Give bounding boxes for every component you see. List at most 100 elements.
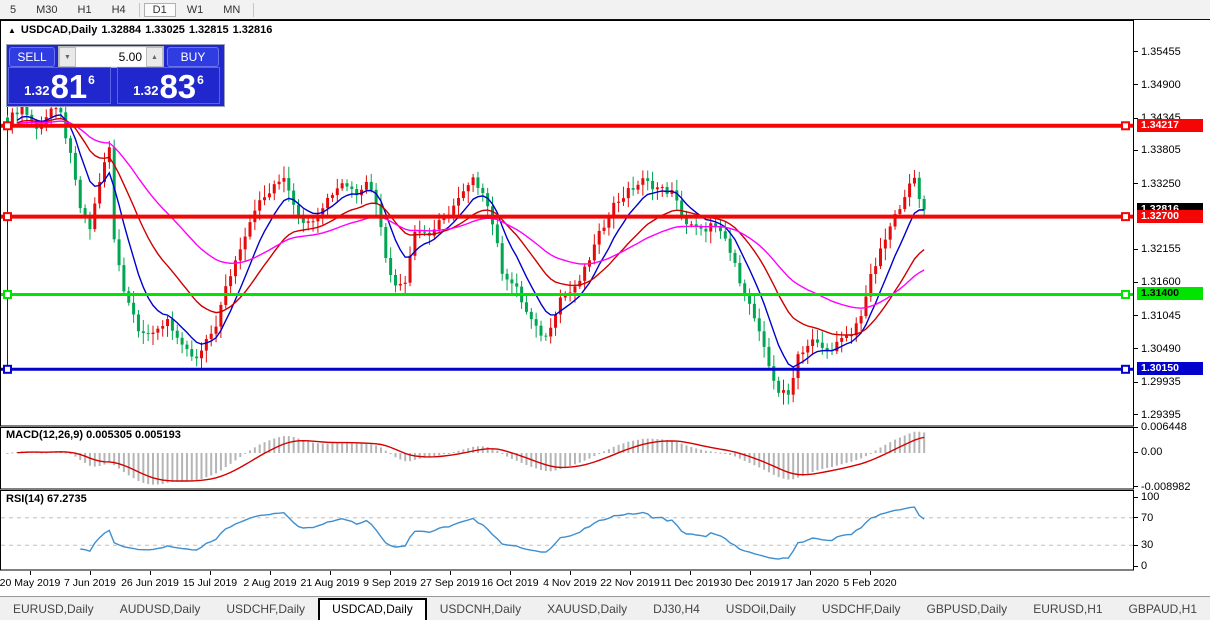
price-tick-mark: [1133, 249, 1138, 250]
price-tick-mark: [1133, 150, 1138, 151]
price-tick-mark: [1133, 51, 1138, 52]
timeframe-button-mn[interactable]: MN: [214, 3, 249, 17]
macd-tick-label: 0.006448: [1141, 421, 1209, 433]
rsi-tick-mark: [1133, 545, 1138, 546]
rsi-tick-mark: [1133, 497, 1138, 498]
rsi-tick-mark: [1133, 566, 1138, 567]
sell-price-pip: 6: [88, 73, 95, 87]
timeframe-button-5[interactable]: 5: [1, 3, 25, 17]
collapse-panel-icon[interactable]: ▲: [8, 26, 16, 35]
date-tick-mark: [870, 571, 871, 575]
rsi-tick-label: 70: [1141, 512, 1209, 524]
date-tick-mark: [450, 571, 451, 575]
chart-tab-eurusd-daily[interactable]: EURUSD,Daily: [0, 599, 107, 619]
date-tick-mark: [30, 571, 31, 575]
sell-price-main: 81: [50, 70, 87, 103]
chart-tab-gbpaud-h1[interactable]: GBPAUD,H1: [1116, 599, 1210, 619]
macd-label: MACD(12,26,9) 0.005305 0.005193: [6, 429, 181, 441]
macd-tick-label: 0.00: [1141, 446, 1209, 458]
buy-button[interactable]: BUY: [167, 47, 219, 67]
sell-button[interactable]: SELL: [9, 47, 55, 67]
triangle-up-icon: ▲: [151, 54, 158, 61]
price-tick-label: 1.31045: [1141, 310, 1209, 322]
price-tick-mark: [1133, 348, 1138, 349]
one-click-trade-panel: SELL ▼ 5.00 ▲ BUY 1.32 81 6 1.32 83 6: [6, 44, 225, 107]
ohlc-open: 1.32884: [101, 24, 141, 36]
price-tick-label: 1.30490: [1141, 343, 1209, 355]
buy-price-prefix: 1.32: [133, 83, 158, 98]
rsi-tick-mark: [1133, 517, 1138, 518]
timeframe-button-w1[interactable]: W1: [178, 3, 213, 17]
date-tick-mark: [810, 571, 811, 575]
timeframe-button-h4[interactable]: H4: [103, 3, 135, 17]
price-tick-label: 1.35455: [1141, 46, 1209, 58]
chart-tab-usdcnh-daily[interactable]: USDCNH,Daily: [427, 599, 534, 619]
price-tick-mark: [1133, 414, 1138, 415]
price-tick-label: 1.33805: [1141, 144, 1209, 156]
timeframe-button-h1[interactable]: H1: [69, 3, 101, 17]
timeframe-button-m30[interactable]: M30: [27, 3, 66, 17]
buy-price-main: 83: [159, 70, 196, 103]
hline-price-badge: 1.32700: [1137, 210, 1203, 223]
hline-price-badge: 1.34217: [1137, 119, 1203, 132]
date-tick-mark: [750, 571, 751, 575]
ohlc-high: 1.33025: [145, 24, 185, 36]
volume-stepper: ▼ 5.00 ▲: [58, 46, 164, 68]
chart-tab-audusd-daily[interactable]: AUDUSD,Daily: [107, 599, 214, 619]
timeframe-button-d1[interactable]: D1: [144, 3, 176, 17]
chart-tab-dj30-h4[interactable]: DJ30,H4: [640, 599, 713, 619]
hline-price-badge: 1.31400: [1137, 287, 1203, 300]
price-tick-label: 1.33250: [1141, 178, 1209, 190]
ohlc-close: 1.32816: [233, 24, 273, 36]
date-tick-mark: [90, 571, 91, 575]
sell-price-prefix: 1.32: [24, 83, 49, 98]
macd-tick-mark: [1133, 486, 1138, 487]
volume-increase-button[interactable]: ▲: [146, 47, 163, 67]
rsi-indicator-pane[interactable]: [0, 490, 1210, 571]
volume-input[interactable]: 5.00: [76, 48, 146, 66]
price-tick-label: 1.32155: [1141, 243, 1209, 255]
date-tick-mark: [510, 571, 511, 575]
rsi-label: RSI(14) 67.2735: [6, 493, 87, 505]
timeframe-toolbar: 5M30H1H4 D1W1MN: [0, 0, 1210, 20]
triangle-down-icon: ▼: [64, 54, 71, 61]
price-tick-mark: [1133, 183, 1138, 184]
volume-decrease-button[interactable]: ▼: [59, 47, 76, 67]
chart-tab-gbpusd-daily[interactable]: GBPUSD,Daily: [914, 599, 1021, 619]
date-axis: 20 May 20197 Jun 201926 Jun 201915 Jul 2…: [0, 571, 1210, 596]
chart-tab-usdchf-daily[interactable]: USDCHF,Daily: [809, 599, 914, 619]
rsi-tick-label: 30: [1141, 539, 1209, 551]
date-tick-mark: [150, 571, 151, 575]
chart-tab-xauusd-daily[interactable]: XAUUSD,Daily: [534, 599, 640, 619]
chart-tab-usdchf-daily[interactable]: USDCHF,Daily: [213, 599, 318, 619]
hline-price-badge: 1.30150: [1137, 362, 1203, 375]
toolbar-separator: [139, 3, 140, 17]
date-tick-mark: [210, 571, 211, 575]
date-tick-mark: [630, 571, 631, 575]
price-tick-label: 1.34900: [1141, 79, 1209, 91]
chart-tab-bar: EURUSD,DailyAUDUSD,DailyUSDCHF,DailyUSDC…: [0, 596, 1210, 620]
date-tick-mark: [570, 571, 571, 575]
date-tick-label: 5 Feb 2020: [825, 577, 915, 589]
rsi-tick-label: 100: [1141, 491, 1209, 503]
price-tick-mark: [1133, 84, 1138, 85]
price-tick-mark: [1133, 282, 1138, 283]
date-tick-mark: [330, 571, 331, 575]
date-tick-mark: [390, 571, 391, 575]
buy-price-pip: 6: [197, 73, 204, 87]
chart-tab-usdcad-daily[interactable]: USDCAD,Daily: [318, 598, 427, 620]
trading-terminal-window: 5M30H1H4 D1W1MN ▲ USDCAD,Daily 1.32884 1.330…: [0, 0, 1210, 620]
buy-price-display[interactable]: 1.32 83 6: [117, 67, 220, 104]
toolbar-separator: [253, 3, 254, 17]
chart-symbol-label: USDCAD,Daily: [21, 24, 97, 36]
sell-price-display[interactable]: 1.32 81 6: [8, 67, 111, 104]
price-tick-mark: [1133, 382, 1138, 383]
date-tick-mark: [690, 571, 691, 575]
chart-title: ▲USDCAD,Daily1.328841.330251.328151.3281…: [8, 24, 276, 36]
macd-tick-mark: [1133, 452, 1138, 453]
date-tick-mark: [270, 571, 271, 575]
chart-tab-usdoil-daily[interactable]: USDOil,Daily: [713, 599, 809, 619]
price-tick-label: 1.29935: [1141, 376, 1209, 388]
macd-indicator-pane[interactable]: [0, 427, 1210, 490]
chart-tab-eurusd-h1[interactable]: EURUSD,H1: [1020, 599, 1115, 619]
